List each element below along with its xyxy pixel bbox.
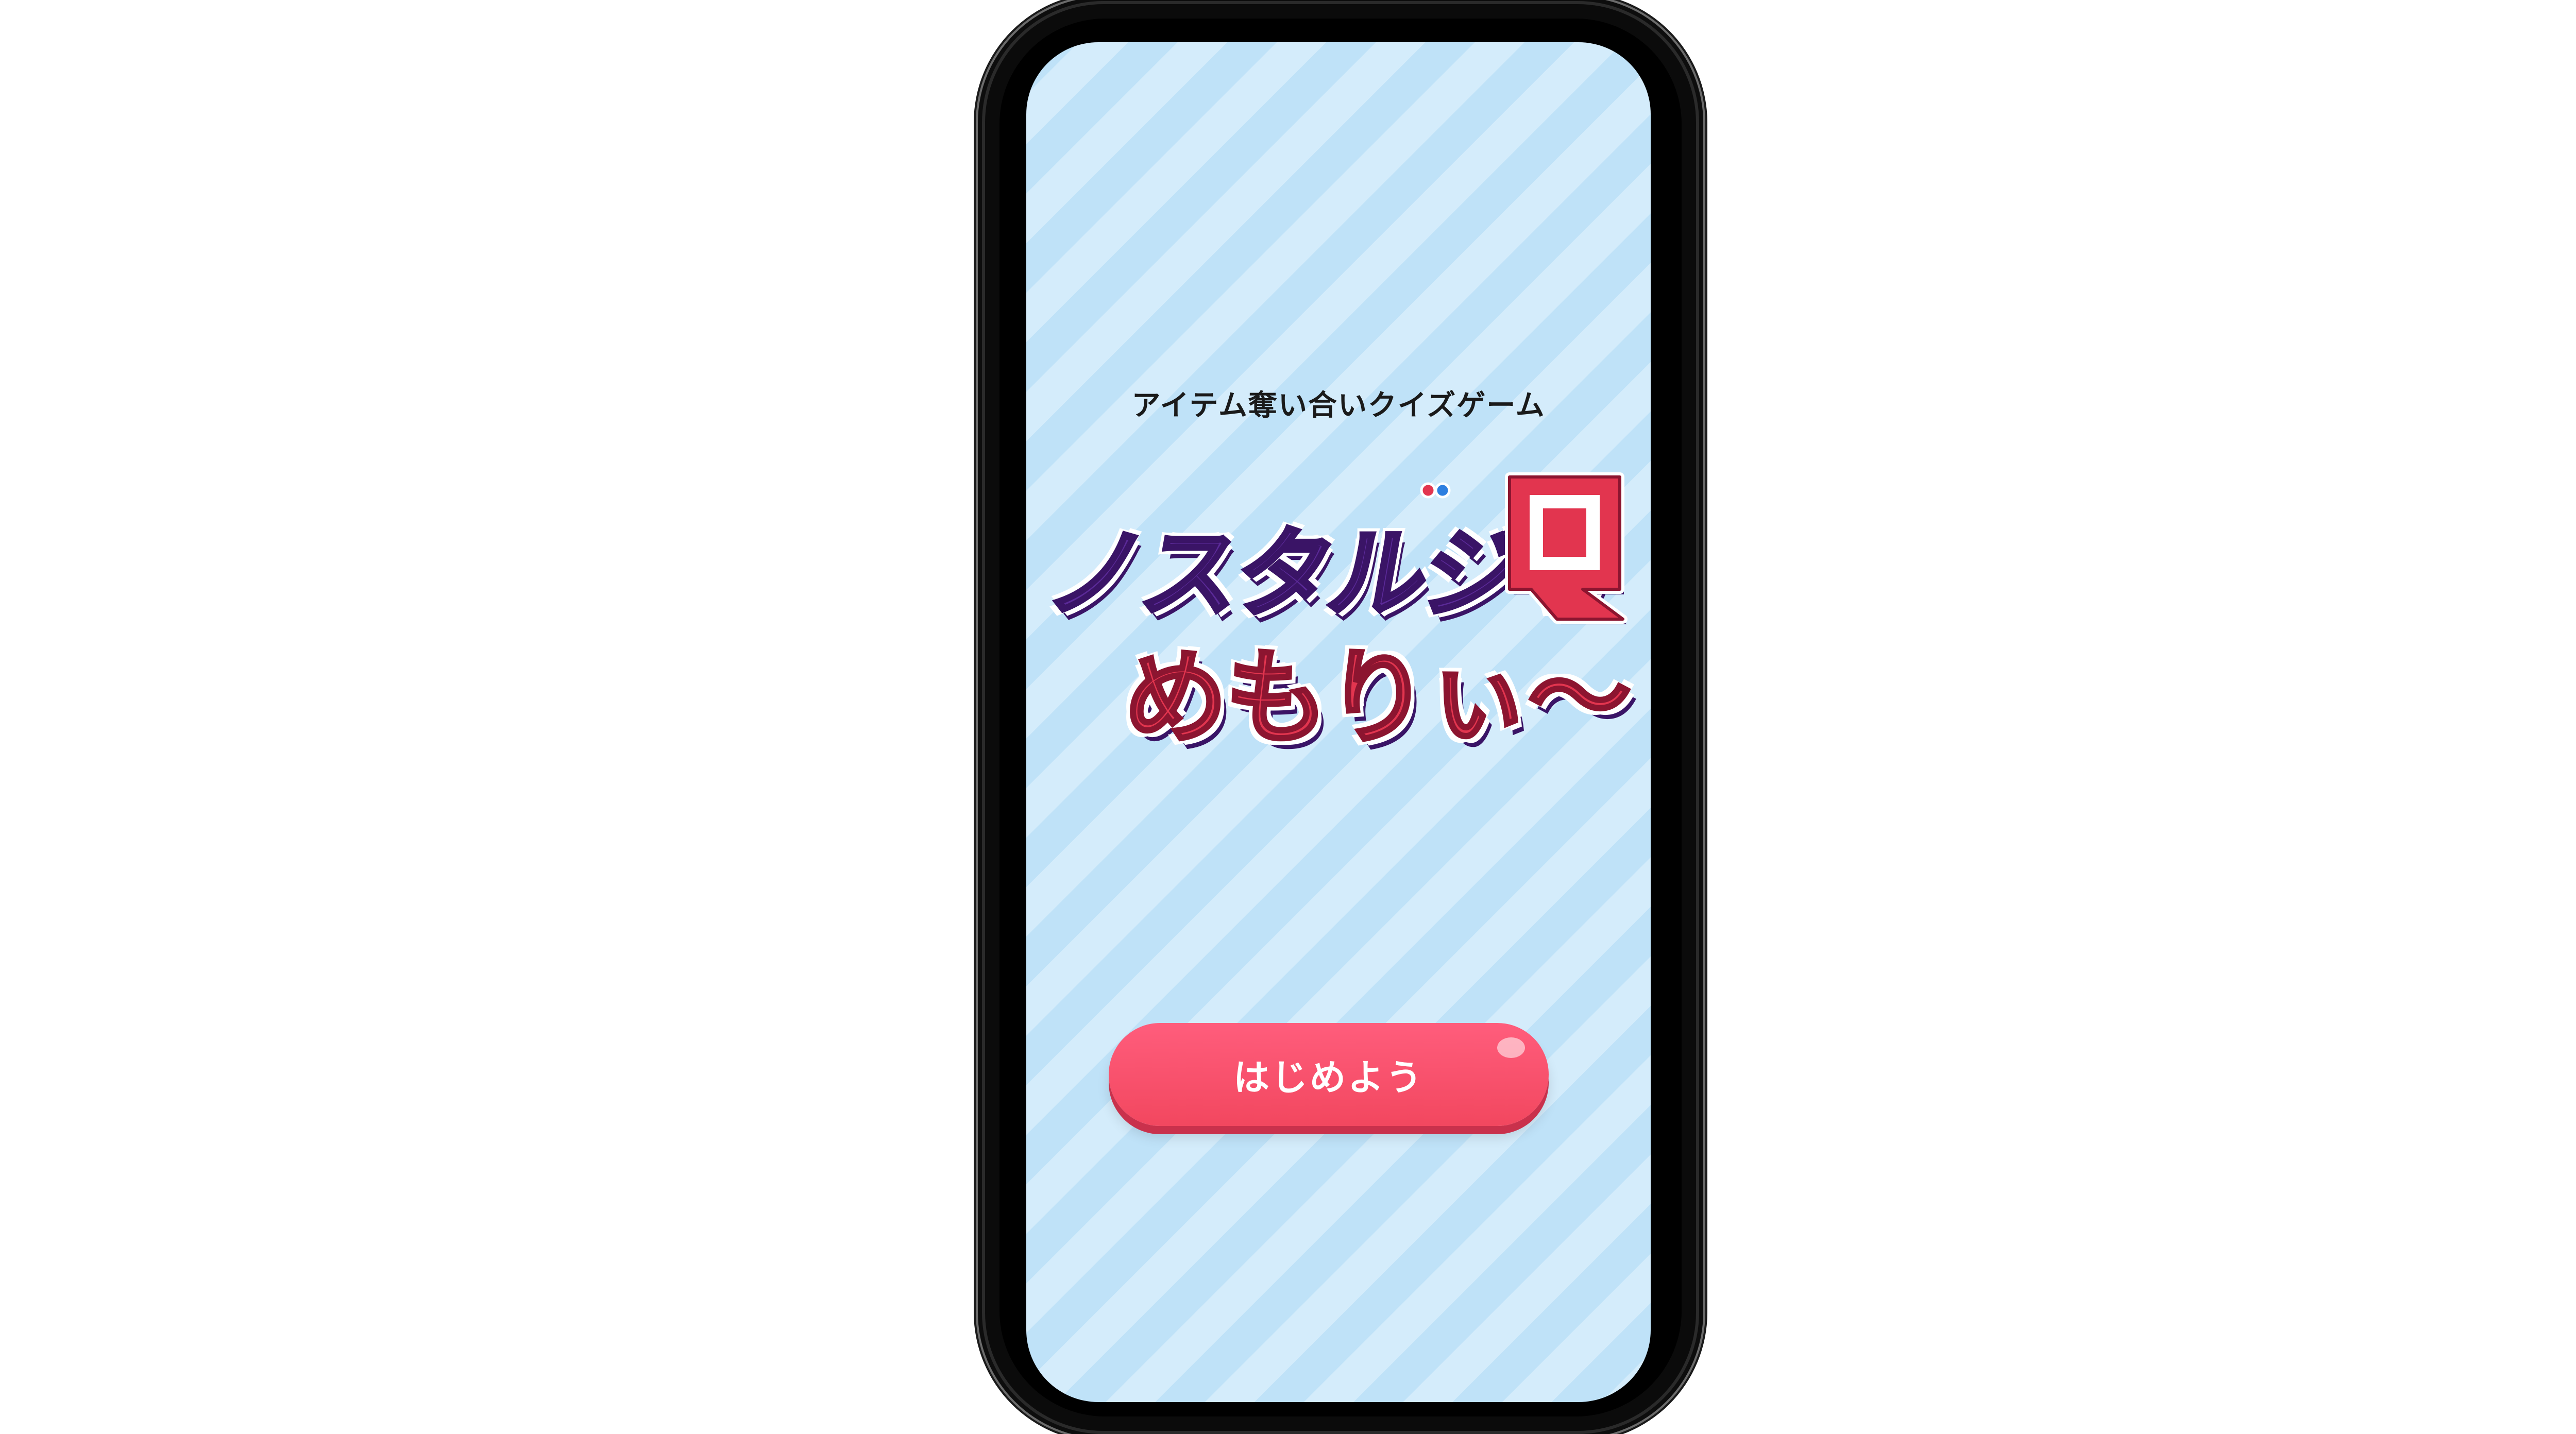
game-subtitle: アイテム奪い合いクイズゲーム xyxy=(1131,389,1546,422)
logo-q-badge: Q xyxy=(1505,472,1628,624)
start-button[interactable]: はじめよう xyxy=(1109,1023,1549,1126)
logo-dots-icon xyxy=(1420,482,1451,499)
start-button-label: はじめよう xyxy=(1233,1056,1424,1099)
button-shine xyxy=(1497,1037,1525,1058)
logo-title-line2: めもりぃ〜 xyxy=(1123,637,1633,760)
game-logo: ノスタルジっ Q めもりぃ〜 xyxy=(1038,449,1634,779)
canvas: アイテム奪い合いクイズゲーム ノスタルジっ Q めもりぃ〜 はじめよう xyxy=(0,0,2576,1434)
power-button xyxy=(1695,364,1705,511)
game-title-screen: アイテム奪い合いクイズゲーム ノスタルジっ Q めもりぃ〜 はじめよう xyxy=(1026,42,1651,1402)
